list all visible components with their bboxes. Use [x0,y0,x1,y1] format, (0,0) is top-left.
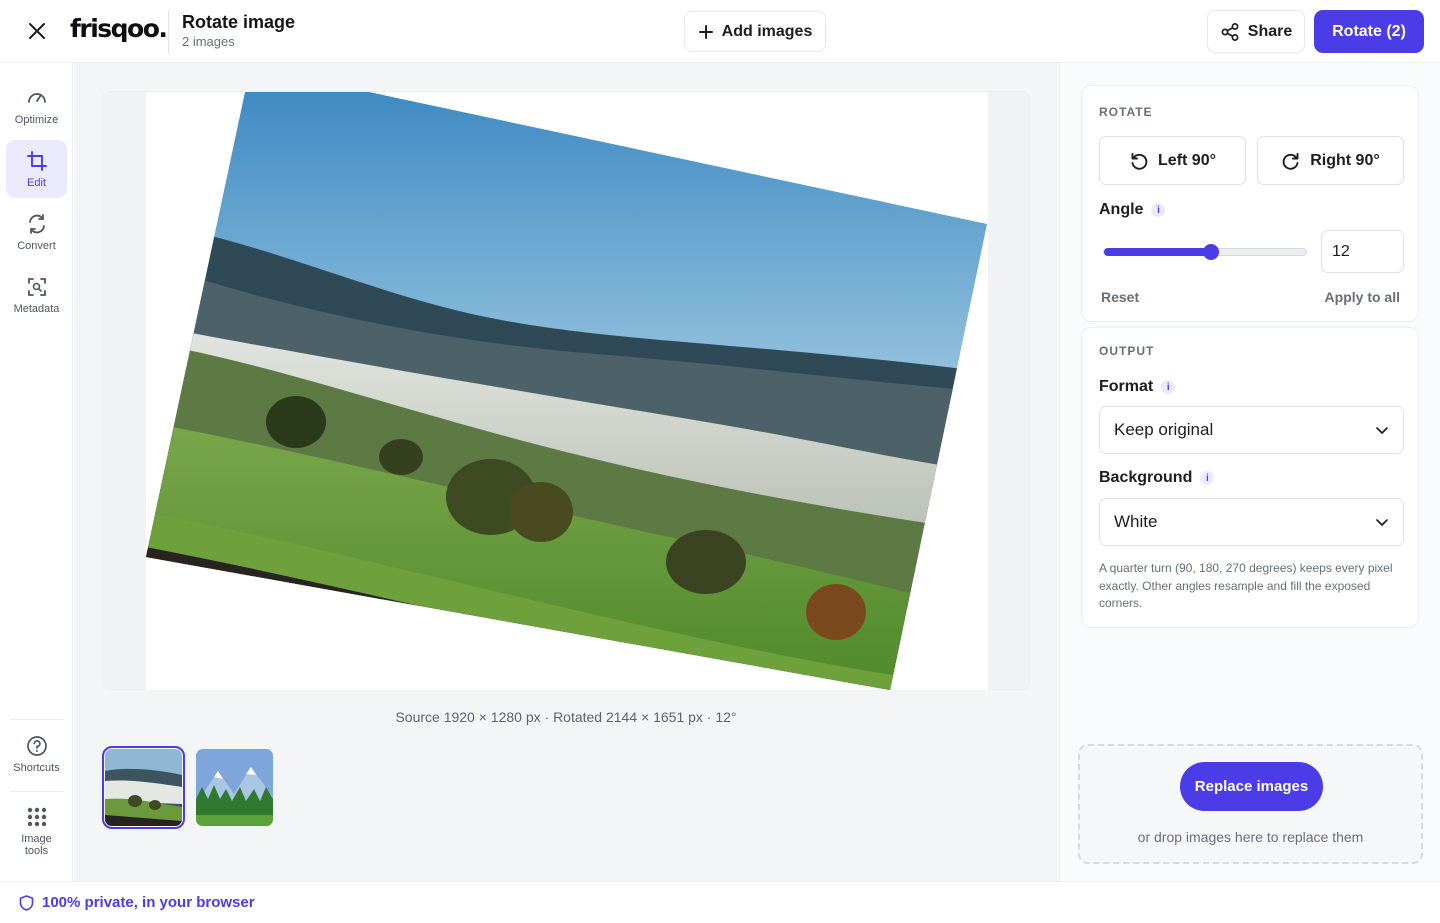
sidebar-item-metadata[interactable]: Metadata [6,266,67,324]
privacy-note: 100% private, in your browser [19,894,255,911]
refresh-icon [28,213,45,234]
sidebar-item-image-tools[interactable]: Image tools [6,800,67,862]
sidebar-item-optimize[interactable]: Optimize [6,77,67,135]
rotate-section-label: ROTATE [1099,105,1153,119]
title-block: Rotate image 2 images [168,10,295,54]
output-section-label: OUTPUT [1099,344,1155,358]
format-select[interactable]: Keep original [1099,406,1404,454]
thumbnail-image-2[interactable] [196,749,273,826]
sidebar-item-shortcuts[interactable]: Shortcuts [6,725,67,783]
rotation-note: A quarter turn (90, 180, 270 degrees) ke… [1099,561,1393,610]
logo[interactable]: frisqoo. [70,14,168,43]
format-label: Format i [1099,378,1176,396]
landscape-photo [146,92,987,690]
thumbnail-landscape [105,749,182,826]
header: frisqoo. Rotate image 2 images Add image… [0,0,1440,63]
rotate-card: ROTATE Left 90° Right 90° Angle i 12 Res… [1081,85,1419,322]
rotate-all-button[interactable]: Rotate (2) [1314,10,1424,53]
reset-button[interactable]: Reset [1101,289,1139,305]
angle-slider-fill [1104,248,1212,256]
canvas-area: Source 1920 × 1280 px · Rotated 2144 × 1… [74,63,1058,881]
replace-drop-zone[interactable]: Replace images or drop images here to re… [1078,744,1423,864]
close-icon [29,23,45,39]
share-button[interactable]: Share [1207,10,1305,53]
close-button[interactable] [22,16,52,46]
settings-panel: ROTATE Left 90° Right 90° Angle i 12 Res… [1059,63,1440,881]
info-icon[interactable]: i [1161,380,1176,394]
sidebar-divider [10,719,63,720]
question-icon [26,735,47,756]
add-images-button[interactable]: Add images [684,11,826,52]
sidebar-item-edit[interactable]: Edit [6,140,67,198]
thumbnail-mountains [196,749,273,826]
image-dimensions-caption: Source 1920 × 1280 px · Rotated 2144 × 1… [395,709,737,725]
shield-icon [19,894,34,911]
apply-to-all-button[interactable]: Apply to all [1325,289,1400,305]
rotate-left-button[interactable]: Left 90° [1099,136,1246,185]
info-icon[interactable]: i [1151,203,1166,217]
page-title: Rotate image [182,12,296,32]
sidebar-item-convert[interactable]: Convert [6,203,67,261]
crop-icon [26,150,47,171]
replace-images-button[interactable]: Replace images [1180,762,1323,811]
rotate-right-icon [1282,152,1299,170]
angle-label: Angle i [1099,201,1166,219]
gauge-icon [27,92,46,103]
chevron-down-icon [1376,427,1388,434]
plus-icon [698,24,713,39]
rotated-image-preview[interactable] [146,92,988,690]
rotate-right-button[interactable]: Right 90° [1257,136,1404,185]
background-select[interactable]: White [1099,498,1404,546]
sidebar-divider [10,791,63,792]
background-label: Background i [1099,469,1215,487]
drop-hint: or drop images here to replace them [1137,829,1364,845]
angle-slider[interactable] [1103,244,1307,260]
output-card: OUTPUT Format i Keep original Background… [1081,327,1419,628]
chevron-down-icon [1376,519,1388,526]
grid-dots-icon [27,807,46,826]
scan-icon [27,277,46,296]
thumbnail-image-1[interactable] [102,746,185,829]
share-icon [1221,22,1239,41]
tool-sidebar: Optimize Edit Convert Metadata Shortcuts… [0,63,73,881]
angle-slider-thumb[interactable] [1203,244,1220,260]
info-icon[interactable]: i [1200,471,1215,485]
angle-input[interactable]: 12 [1321,230,1404,273]
page-subtitle: 2 images [182,34,235,49]
footer: 100% private, in your browser [0,881,1440,923]
rotate-left-icon [1131,152,1148,170]
